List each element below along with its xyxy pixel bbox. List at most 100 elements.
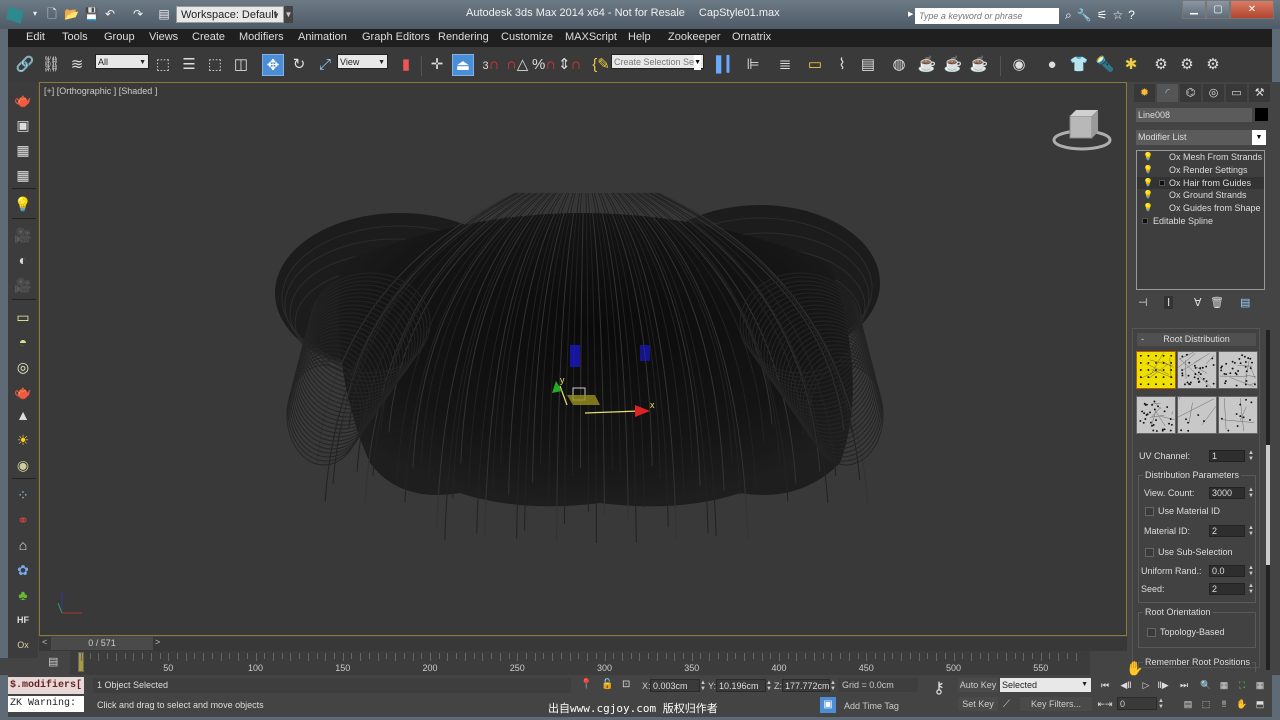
window-crossing-icon[interactable]: ◫ xyxy=(230,54,252,76)
schematic-view-icon[interactable]: ▤ xyxy=(857,54,879,76)
help-icon[interactable]: ? xyxy=(1128,8,1140,22)
sphere-ring-icon[interactable]: ◉ xyxy=(13,455,33,475)
use-sub-selection-checkbox[interactable] xyxy=(1145,548,1154,557)
modifier-list-dropdown[interactable]: Modifier List ▼ xyxy=(1136,130,1266,145)
zoom-icon[interactable]: 🔍 xyxy=(1198,679,1214,691)
spinner-arrows-icon[interactable]: ▲ ▼ xyxy=(1158,698,1164,710)
flower-icon[interactable]: ✿ xyxy=(13,560,33,580)
render-production-icon[interactable]: ☕ xyxy=(968,54,990,76)
select-and-scale-icon[interactable]: ⤢ xyxy=(314,54,336,76)
distribution-swatch[interactable] xyxy=(1136,351,1176,389)
distribution-swatch[interactable] xyxy=(1177,351,1217,389)
rendered-frame-window-icon[interactable]: ☕ xyxy=(942,54,964,76)
half-sphere-icon[interactable]: ◐ xyxy=(13,250,33,270)
auto-key-button[interactable]: Auto Key xyxy=(958,678,998,692)
time-tag-icon[interactable]: ▣ xyxy=(820,697,836,713)
cone-icon[interactable]: ▲ xyxy=(13,405,33,425)
lightbulb-icon[interactable]: 💡 xyxy=(1143,177,1153,190)
pivot-center-icon[interactable]: ▮ xyxy=(395,54,417,76)
plugin-tool-1-icon[interactable]: ⚙ xyxy=(1150,54,1172,76)
absolute-mode-transform-icon[interactable]: ⊡ xyxy=(622,679,630,691)
show-end-result-icon[interactable]: Ⅰ xyxy=(1164,296,1174,309)
time-slider-thumb[interactable]: 0 / 571 xyxy=(51,637,153,650)
select-and-move-icon[interactable]: ✥ xyxy=(262,54,284,76)
align-icon[interactable]: ⊫ xyxy=(742,54,764,76)
pin-stack-icon[interactable]: ⊣ xyxy=(1138,296,1148,309)
use-material-id-checkbox[interactable] xyxy=(1145,507,1154,516)
ornatrix-icon[interactable]: Ox xyxy=(13,635,33,655)
render-window-icon[interactable]: ▣ xyxy=(13,115,33,135)
red-camera-icon[interactable]: 🎥 xyxy=(13,275,33,295)
material-id-spinner[interactable]: 2 xyxy=(1209,525,1245,537)
distribution-swatch[interactable] xyxy=(1136,396,1176,434)
spinner-arrows-icon[interactable]: ▲ ▼ xyxy=(766,680,772,692)
camera-icon[interactable]: 🎥 xyxy=(13,225,33,245)
add-time-tag-button[interactable]: Add Time Tag xyxy=(844,701,899,711)
select-and-manipulate-icon[interactable]: ✛ xyxy=(426,54,448,76)
save-icon[interactable]: 💾 xyxy=(84,7,99,21)
key-filters-button[interactable]: Key Filters... xyxy=(1020,697,1092,711)
spinner-arrows-icon[interactable]: ▲ ▼ xyxy=(1248,583,1254,595)
snaps-toggle-icon[interactable]: 3∩ xyxy=(480,54,502,76)
sphere-icon[interactable]: ● xyxy=(1041,54,1063,76)
remove-modifier-icon[interactable]: 🗑 xyxy=(1210,296,1224,309)
stack-item[interactable]: 💡 Ox Hair from Guides xyxy=(1137,176,1264,190)
menu-tools[interactable]: Tools xyxy=(62,31,88,43)
zoom-region-icon[interactable]: ⬚ xyxy=(1198,698,1214,710)
y-coord-field[interactable]: 10.196cm xyxy=(716,679,766,692)
uniform-rand-spinner[interactable]: 0.0 xyxy=(1209,565,1245,577)
close-button[interactable]: ✕ xyxy=(1230,0,1274,19)
menu-animation[interactable]: Animation xyxy=(298,31,347,43)
table-icon[interactable]: ▦ xyxy=(13,165,33,185)
isolate-selection-icon[interactable]: 📍 xyxy=(580,679,592,691)
viewcube[interactable] xyxy=(1052,108,1112,155)
zoom-extents-all-icon[interactable]: ▦ xyxy=(1252,679,1268,691)
molecule-icon[interactable]: ⚭ xyxy=(13,510,33,530)
percent-snap-icon[interactable]: %∩ xyxy=(532,54,556,76)
app-logo-icon[interactable] xyxy=(6,6,24,24)
selection-filter-dropdown[interactable]: All ▼ xyxy=(95,54,149,69)
flashlight-icon[interactable]: 🔦 xyxy=(1094,54,1116,76)
z-coord-field[interactable]: 177.772cm xyxy=(782,679,830,692)
teapot-icon[interactable]: 🫖 xyxy=(13,90,33,110)
open-file-icon[interactable]: 📂 xyxy=(64,7,79,21)
track-bar-filter-icon[interactable]: ▤ xyxy=(48,655,58,668)
go-to-end-icon[interactable]: ⏭ xyxy=(1176,679,1192,691)
stack-item[interactable]: 💡 Ox Guides from Shape xyxy=(1137,202,1264,215)
workspace-dropdown[interactable]: Workspace: Default ▼ xyxy=(176,6,284,23)
topology-based-checkbox[interactable] xyxy=(1147,628,1156,637)
maximize-button[interactable]: ▢ xyxy=(1206,0,1230,19)
plugin-tool-3-icon[interactable]: ⚙ xyxy=(1202,54,1224,76)
stack-item-base-object[interactable]: Editable Spline xyxy=(1137,215,1264,228)
search-input[interactable]: Type a keyword or phrase xyxy=(915,8,1059,24)
time-slider-prev-button[interactable]: < xyxy=(42,637,47,647)
menu-edit[interactable]: Edit xyxy=(26,31,45,43)
expand-plus-icon[interactable] xyxy=(1159,179,1165,186)
favorites-star-icon[interactable]: ☆ xyxy=(1112,8,1128,22)
spinner-arrows-icon[interactable]: ▲ ▼ xyxy=(1248,450,1254,462)
distribution-swatch[interactable] xyxy=(1218,396,1258,434)
menu-modifiers[interactable]: Modifiers xyxy=(239,31,284,43)
character-rig-icon[interactable]: ✱ xyxy=(1120,54,1142,76)
bind-to-space-warp-icon[interactable]: ≋ xyxy=(66,54,88,76)
time-slider[interactable]: < 0 / 571 > xyxy=(39,637,1127,651)
menu-group[interactable]: Group xyxy=(104,31,135,43)
curve-editor-icon[interactable]: ⌇ xyxy=(831,54,853,76)
search-expand-icon[interactable]: ▶ xyxy=(908,10,913,18)
zoom-all-icon[interactable]: ▦ xyxy=(1216,679,1232,691)
selection-lock-icon[interactable]: 🔓 xyxy=(601,679,613,691)
menu-maxscript[interactable]: MAXScript xyxy=(565,31,617,43)
mirror-icon[interactable]: ▌▎ xyxy=(716,54,738,76)
spinner-arrows-icon[interactable]: ▲ ▼ xyxy=(1248,565,1254,577)
key-icon[interactable]: 🔧 xyxy=(1077,8,1097,22)
distribution-swatch[interactable] xyxy=(1218,351,1258,389)
menu-customize[interactable]: Customize xyxy=(501,31,553,43)
redo-icon[interactable]: ↷ xyxy=(131,7,145,21)
object-color-swatch[interactable] xyxy=(1255,108,1268,121)
lightbulb-icon[interactable]: 💡 xyxy=(1143,164,1153,177)
spinner-arrows-icon[interactable]: ▲ ▼ xyxy=(700,680,706,692)
manage-layers-icon[interactable]: ≣ xyxy=(774,54,796,76)
dome-icon[interactable]: ◓ xyxy=(13,332,33,352)
plugin-tool-2-icon[interactable]: ⚙ xyxy=(1176,54,1198,76)
undo-icon[interactable]: ↶ xyxy=(103,7,117,21)
